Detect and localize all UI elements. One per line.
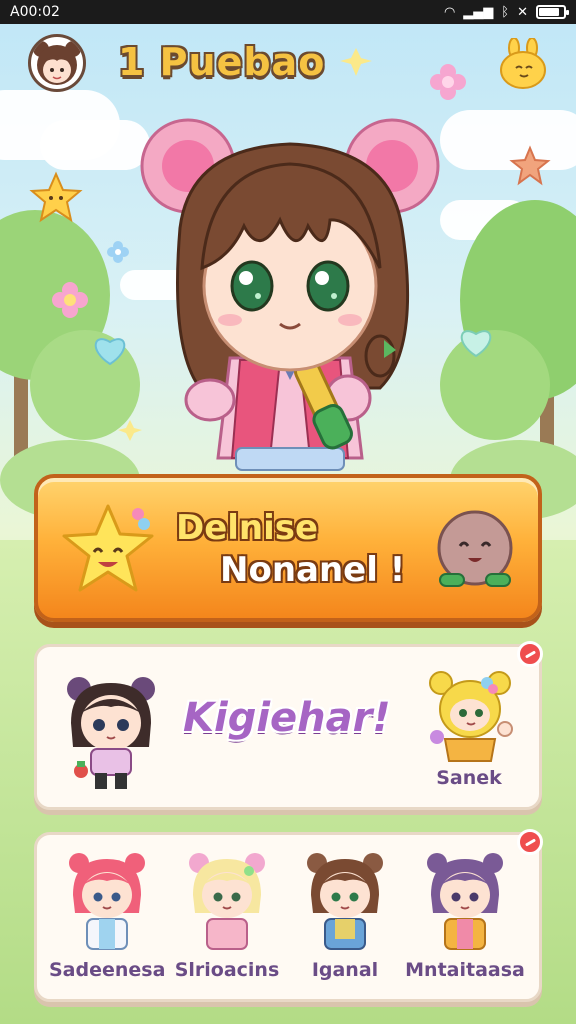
flower-icon xyxy=(430,64,466,100)
sparkle-icon xyxy=(340,48,372,76)
pink-star-icon xyxy=(509,145,551,186)
notification-badge xyxy=(517,641,543,667)
character-name: Sanek xyxy=(436,767,502,789)
heart-icon xyxy=(94,338,126,366)
heart-icon xyxy=(460,330,492,358)
character-name: Mntaitaasa xyxy=(405,959,525,981)
character-roster-card[interactable]: Sadeenesa Slrioacins Iganal Mntaitaasa xyxy=(34,829,543,1002)
star-face-icon xyxy=(29,171,83,223)
hero-character[interactable] xyxy=(140,108,440,478)
status-bar: A00:02 ◠ ▂▄▆ ᛒ ✕ xyxy=(0,0,576,24)
player-avatar[interactable] xyxy=(28,34,86,92)
flower-icon xyxy=(107,241,129,263)
event-banner[interactable]: Delnise Nonanel ! xyxy=(34,474,542,622)
game-title: 1 Puebao xyxy=(118,40,326,84)
character-name: Sadeenesa xyxy=(49,959,166,981)
banner-line-2: Nonanel ! xyxy=(220,550,406,590)
dark-haired-bear-girl[interactable] xyxy=(63,673,159,797)
featured-character-card[interactable]: Kigiehar! Sanek xyxy=(34,641,543,810)
character-name: Iganal xyxy=(311,959,379,981)
flower-icon xyxy=(52,282,88,318)
character-name: Slrioacins xyxy=(174,959,280,981)
roster-character-2[interactable] xyxy=(187,851,267,959)
roster-character-4[interactable] xyxy=(425,851,505,959)
wifi-icon: ◠ xyxy=(443,4,456,20)
signal-icon: ▂▄▆ xyxy=(463,4,494,20)
yellow-bunny-mascot-icon[interactable] xyxy=(496,37,550,92)
banner-line-1: Delnise xyxy=(176,508,319,548)
card-title: Kigiehar! xyxy=(183,695,391,741)
battery-icon xyxy=(536,5,569,19)
smiling-star-icon xyxy=(60,502,156,598)
mochi-character-icon xyxy=(430,508,520,598)
roster-character-1[interactable] xyxy=(67,851,147,959)
clock: A00:02 xyxy=(10,4,60,20)
mute-icon: ✕ xyxy=(517,4,528,20)
notification-badge xyxy=(517,829,543,855)
sparkle-icon xyxy=(118,420,142,441)
yellow-bear-character[interactable] xyxy=(427,669,513,767)
roster-character-3[interactable] xyxy=(305,851,385,959)
bluetooth-icon: ᛒ xyxy=(501,4,510,20)
